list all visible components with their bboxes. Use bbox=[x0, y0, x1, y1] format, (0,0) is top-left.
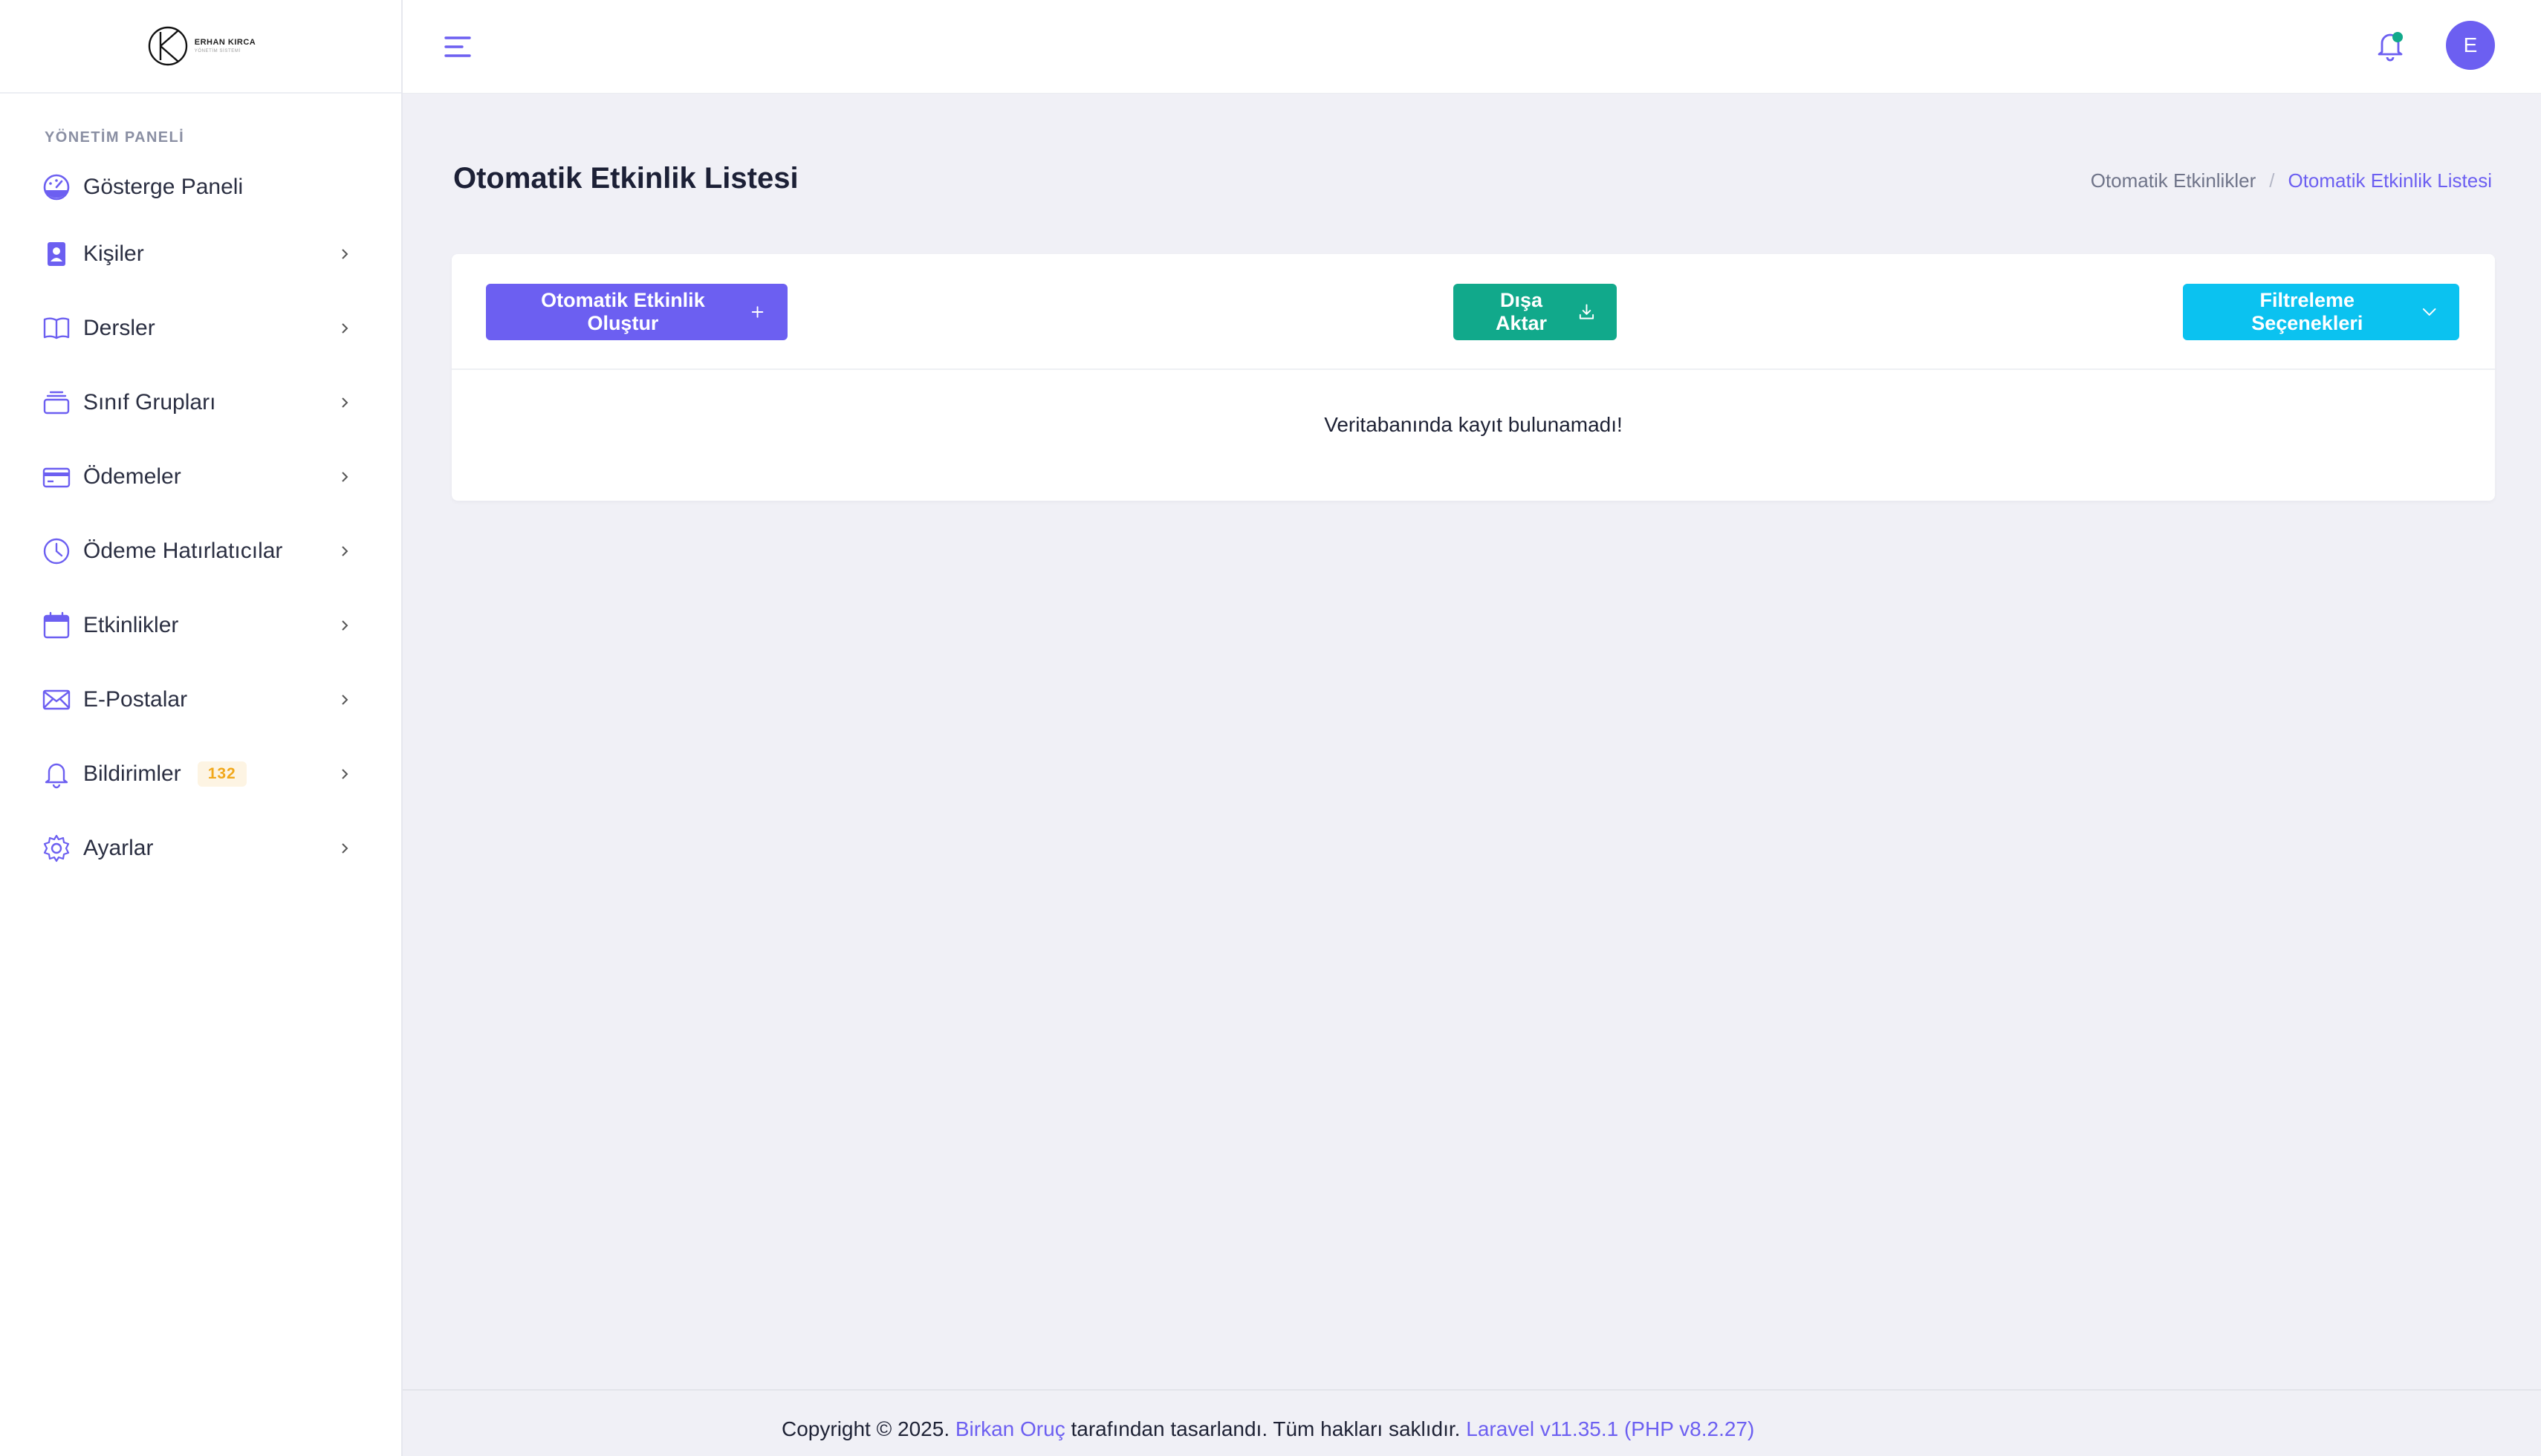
sidebar-item-label: E-Postalar bbox=[83, 687, 188, 712]
calendar-icon bbox=[42, 611, 71, 640]
contacts-icon bbox=[42, 239, 71, 269]
sidebar-item-settings[interactable]: Ayarlar bbox=[0, 811, 401, 885]
gear-icon bbox=[42, 833, 71, 863]
sidebar-item-events[interactable]: Etkinlikler bbox=[0, 588, 401, 663]
chevron-right-icon bbox=[342, 843, 348, 854]
sidebar-item-notifications[interactable]: Bildirimler 132 bbox=[0, 737, 401, 811]
empty-state-message: Veritabanında kayıt bulunamadı! bbox=[1324, 413, 1623, 436]
logo-area: ERHAN KIRCA YÖNETİM SİSTEMİ bbox=[0, 0, 401, 94]
create-button-label: Otomatik Etkinlik Oluştur bbox=[541, 289, 705, 334]
sidebar-item-courses[interactable]: Dersler bbox=[0, 291, 401, 365]
breadcrumb-item-automatic-events[interactable]: Otomatik Etkinlikler bbox=[2091, 169, 2256, 192]
sidebar-item-label: Gösterge Paneli bbox=[83, 175, 244, 199]
mail-icon bbox=[42, 685, 71, 715]
notification-dot bbox=[2392, 32, 2403, 42]
sidebar-item-dashboard[interactable]: Gösterge Paneli bbox=[0, 157, 401, 217]
footer-copyright: Copyright © 2025. Birkan Oruç tarafından… bbox=[782, 1417, 1754, 1441]
logo[interactable]: ERHAN KIRCA YÖNETİM SİSTEMİ bbox=[146, 23, 256, 69]
sidebar-item-label: Etkinlikler bbox=[83, 613, 179, 637]
chevron-right-icon bbox=[342, 769, 348, 779]
footer-author-link[interactable]: Birkan Oruç bbox=[955, 1417, 1065, 1440]
footer-prefix: Copyright © 2025. bbox=[782, 1417, 950, 1440]
menu-toggle-icon[interactable] bbox=[443, 32, 473, 62]
chevron-right-icon bbox=[342, 546, 348, 556]
download-icon bbox=[1579, 304, 1594, 319]
export-button[interactable]: Dışa Aktar bbox=[1453, 284, 1617, 340]
plus-icon bbox=[751, 306, 764, 318]
chevron-right-icon bbox=[342, 249, 348, 259]
dashboard-icon bbox=[42, 172, 71, 202]
breadcrumb-item-current: Otomatik Etkinlik Listesi bbox=[2288, 169, 2492, 192]
main-content: Otomatik Etkinlik Listesi Otomatik Etkin… bbox=[403, 94, 2541, 1456]
filter-button-label: Filtreleme Seçenekleri bbox=[2251, 289, 2363, 334]
filter-options-button[interactable]: Filtreleme Seçenekleri bbox=[2183, 284, 2459, 340]
sidebar-item-payment-reminders[interactable]: Ödeme Hatırlatıcılar bbox=[0, 514, 401, 588]
credit-card-icon bbox=[42, 462, 71, 492]
layers-icon bbox=[42, 388, 71, 417]
logo-mark-icon bbox=[148, 26, 187, 66]
chevron-right-icon bbox=[342, 472, 348, 482]
sidebar-item-label: Ödemeler bbox=[83, 464, 181, 489]
menu-section-title: YÖNETİM PANELİ bbox=[45, 129, 185, 146]
event-list-card: Otomatik Etkinlik Oluştur Dışa Aktar Fil… bbox=[452, 254, 2495, 501]
sidebar-menu: Gösterge Paneli Kişiler Dersler Sınıf Gr… bbox=[0, 157, 401, 885]
sidebar-item-payments[interactable]: Ödemeler bbox=[0, 440, 401, 514]
notification-bell-icon[interactable] bbox=[2373, 28, 2407, 62]
create-automatic-event-button[interactable]: Otomatik Etkinlik Oluştur bbox=[486, 284, 788, 340]
notification-count-badge: 132 bbox=[197, 761, 247, 787]
chevron-right-icon bbox=[342, 695, 348, 705]
footer-version-link[interactable]: Laravel v11.35.1 (PHP v8.2.27) bbox=[1466, 1417, 1754, 1440]
logo-name: ERHAN KIRCA bbox=[194, 38, 256, 47]
sidebar-item-emails[interactable]: E-Postalar bbox=[0, 663, 401, 737]
sidebar-item-label: Sınıf Grupları bbox=[83, 390, 216, 415]
chevron-right-icon bbox=[342, 397, 348, 408]
chevron-right-icon bbox=[342, 620, 348, 631]
sidebar: ERHAN KIRCA YÖNETİM SİSTEMİ YÖNETİM PANE… bbox=[0, 0, 403, 1456]
chevron-right-icon bbox=[342, 323, 348, 334]
bell-icon bbox=[42, 759, 71, 789]
sidebar-item-label: Bildirimler bbox=[83, 761, 181, 786]
footer: Copyright © 2025. Birkan Oruç tarafından… bbox=[403, 1389, 2541, 1456]
page-title: Otomatik Etkinlik Listesi bbox=[453, 162, 799, 195]
sidebar-item-class-groups[interactable]: Sınıf Grupları bbox=[0, 365, 401, 440]
card-toolbar: Otomatik Etkinlik Oluştur Dışa Aktar Fil… bbox=[452, 254, 2495, 370]
sidebar-item-label: Dersler bbox=[83, 316, 155, 340]
sidebar-item-label: Ödeme Hatırlatıcılar bbox=[83, 539, 283, 563]
user-avatar[interactable]: E bbox=[2446, 21, 2495, 70]
chevron-down-icon bbox=[2422, 308, 2436, 316]
clock-icon bbox=[42, 536, 71, 566]
breadcrumb: Otomatik Etkinlikler / Otomatik Etkinlik… bbox=[2091, 169, 2492, 192]
sidebar-item-contacts[interactable]: Kişiler bbox=[0, 217, 401, 291]
breadcrumb-separator: / bbox=[2269, 169, 2275, 192]
logo-subtitle: YÖNETİM SİSTEMİ bbox=[194, 49, 241, 53]
sidebar-item-label: Ayarlar bbox=[83, 836, 154, 860]
topbar: E bbox=[403, 0, 2541, 94]
sidebar-item-label: Kişiler bbox=[83, 241, 144, 266]
footer-middle: tarafından tasarlandı. Tüm hakları saklı… bbox=[1071, 1417, 1461, 1440]
export-button-label: Dışa Aktar bbox=[1496, 289, 1548, 334]
book-icon bbox=[42, 313, 71, 343]
